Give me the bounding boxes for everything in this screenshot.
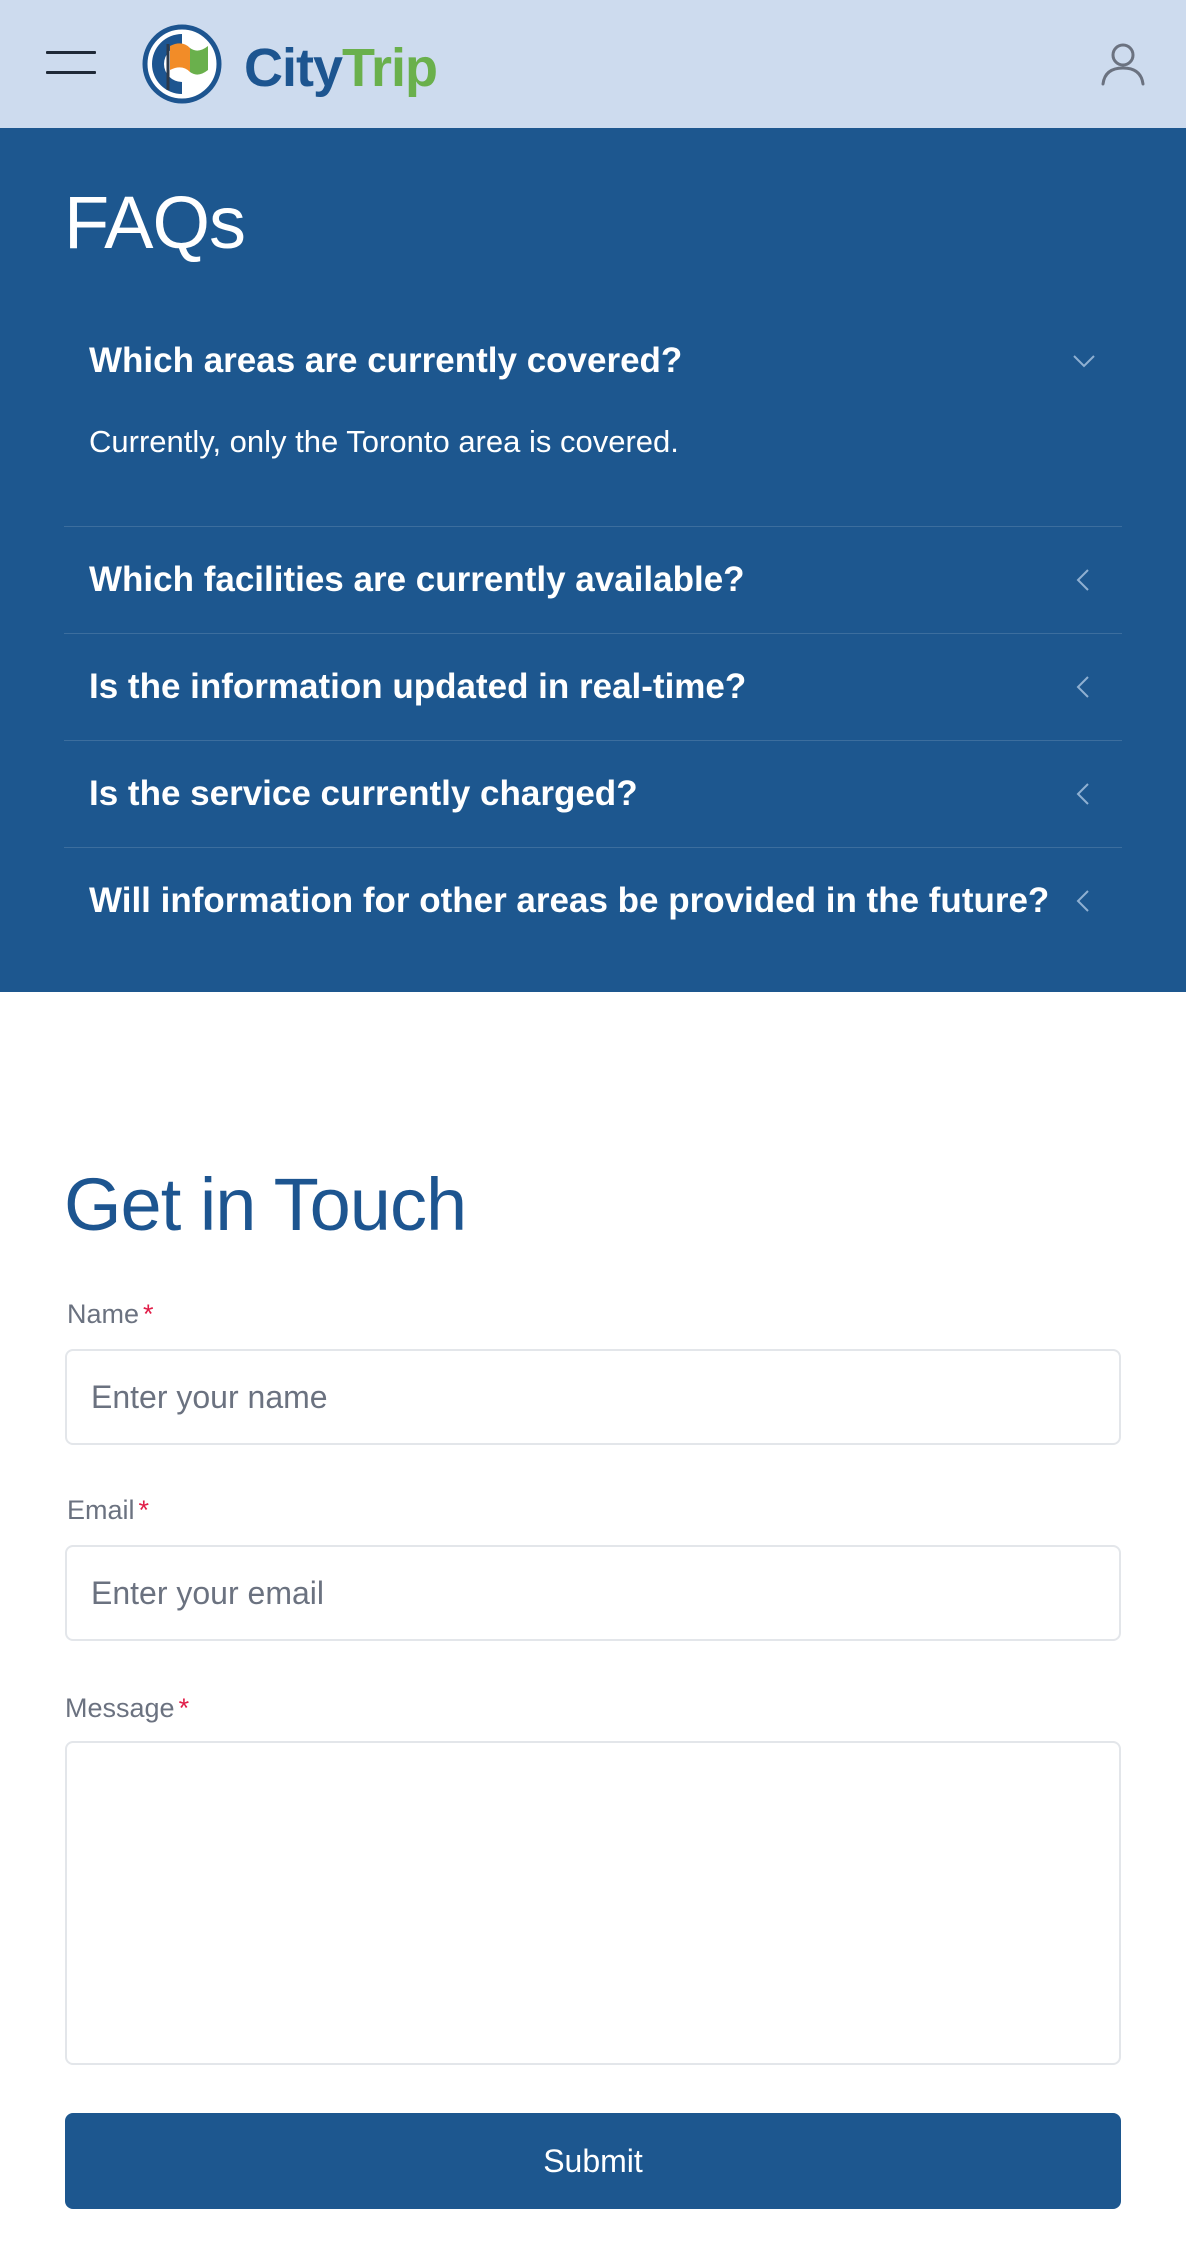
logo-mark-icon xyxy=(142,24,222,104)
faq-question-text: Will information for other areas be prov… xyxy=(89,881,1050,920)
message-label-text: Message xyxy=(65,1693,175,1723)
email-label: Email * xyxy=(67,1493,149,1527)
faq-question[interactable]: Is the information updated in real-time? xyxy=(64,634,1122,740)
message-label: Message * xyxy=(65,1691,189,1725)
chevron-left-icon xyxy=(1076,783,1089,805)
faq-item-charged[interactable]: Is the service currently charged? xyxy=(64,741,1122,848)
email-input[interactable] xyxy=(65,1545,1121,1641)
top-navigation-bar: CityTrip xyxy=(0,0,1186,128)
required-asterisk: * xyxy=(143,1299,154,1329)
faq-accordion: Which areas are currently covered? Curre… xyxy=(64,306,1122,954)
faq-answer: Currently, only the Toronto area is cove… xyxy=(64,416,1122,526)
name-label: Name * xyxy=(67,1297,154,1331)
logo-wordmark: CityTrip xyxy=(244,38,438,98)
name-label-text: Name xyxy=(67,1299,140,1329)
faq-title: FAQs xyxy=(64,181,246,264)
chevron-left-icon xyxy=(1076,676,1089,698)
citytrip-logo[interactable]: CityTrip xyxy=(142,24,462,108)
faq-question-text: Which areas are currently covered? xyxy=(89,341,683,380)
message-textarea[interactable] xyxy=(65,1741,1121,2065)
faq-item-real-time[interactable]: Is the information updated in real-time? xyxy=(64,634,1122,741)
faq-section: FAQs Which areas are currently covered? … xyxy=(0,128,1186,992)
chevron-left-icon xyxy=(1076,890,1089,912)
faq-answer-text: Currently, only the Toronto area is cove… xyxy=(89,424,679,459)
faq-question[interactable]: Which facilities are currently available… xyxy=(64,527,1122,633)
faq-item-areas-covered[interactable]: Which areas are currently covered? Curre… xyxy=(64,306,1122,527)
contact-title: Get in Touch xyxy=(64,1163,467,1246)
faq-question[interactable]: Which areas are currently covered? xyxy=(64,306,1122,416)
faq-question[interactable]: Will information for other areas be prov… xyxy=(64,848,1122,954)
logo-trip-text: Trip xyxy=(342,38,438,98)
hamburger-menu-icon[interactable] xyxy=(46,48,96,78)
submit-button[interactable]: Submit xyxy=(65,2113,1121,2209)
chevron-down-icon xyxy=(1073,355,1095,368)
user-icon[interactable] xyxy=(1098,38,1148,88)
required-asterisk: * xyxy=(178,1693,190,1723)
faq-item-other-areas[interactable]: Will information for other areas be prov… xyxy=(64,848,1122,954)
required-asterisk: * xyxy=(138,1495,150,1525)
email-label-text: Email xyxy=(67,1495,135,1525)
logo-city-text: City xyxy=(244,38,343,98)
faq-item-facilities[interactable]: Which facilities are currently available… xyxy=(64,527,1122,634)
faq-question-text: Is the information updated in real-time? xyxy=(89,667,747,706)
faq-question[interactable]: Is the service currently charged? xyxy=(64,741,1122,847)
faq-question-text: Is the service currently charged? xyxy=(89,774,638,813)
name-input[interactable] xyxy=(65,1349,1121,1445)
faq-question-text: Which facilities are currently available… xyxy=(89,560,745,599)
chevron-left-icon xyxy=(1076,569,1089,591)
